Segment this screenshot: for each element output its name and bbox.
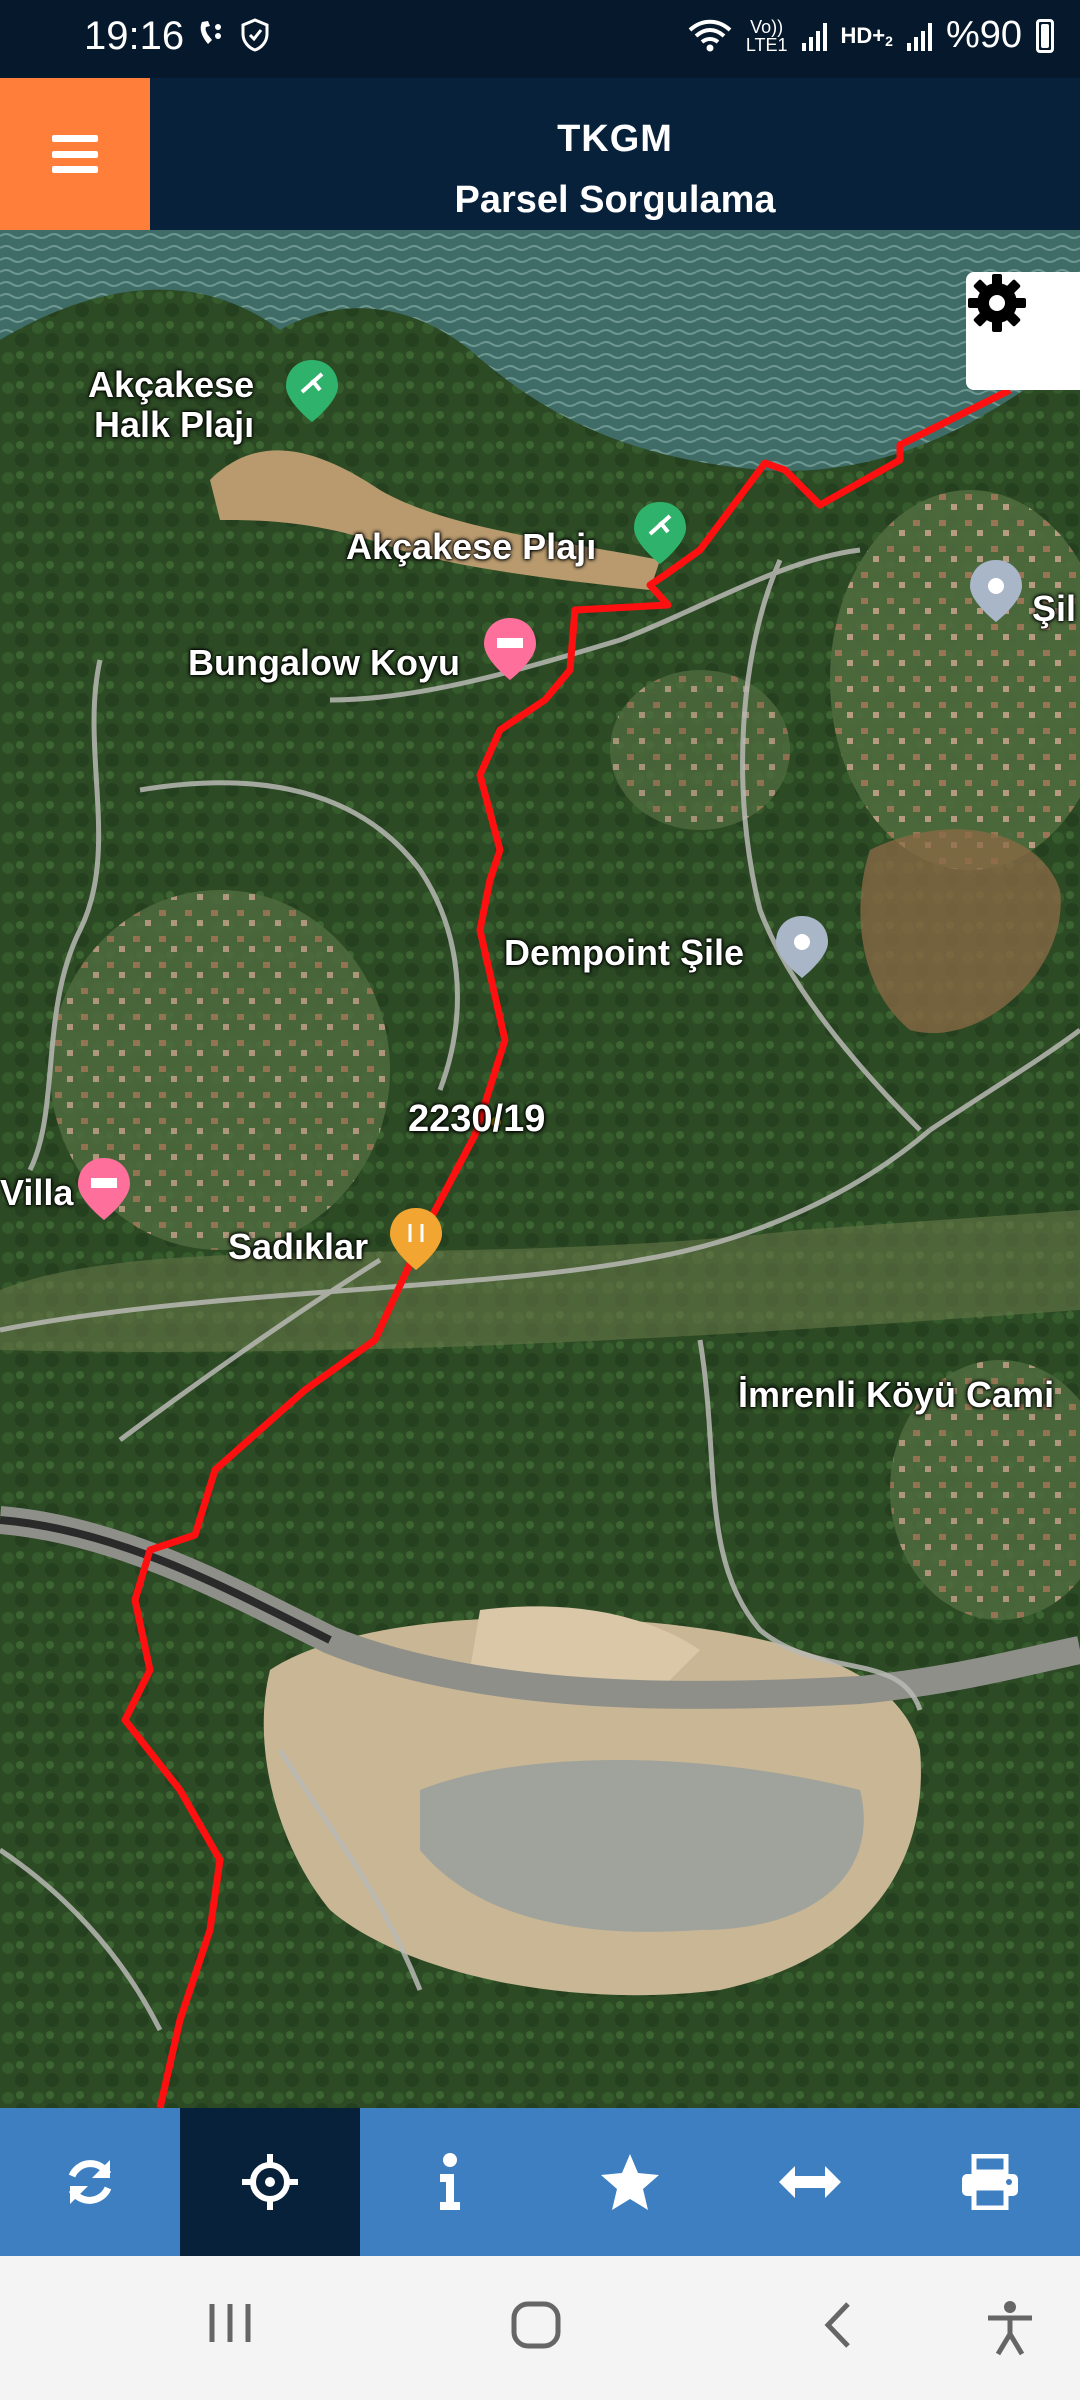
settings-button[interactable]	[966, 272, 1080, 390]
app-title: TKGM	[557, 118, 673, 160]
print-button[interactable]	[900, 2108, 1080, 2256]
recents-icon[interactable]	[206, 2300, 254, 2346]
call-forward-icon	[200, 21, 221, 44]
hd-indicator: HD+ 2	[840, 22, 893, 49]
map-label-sile: Şil	[1032, 588, 1077, 629]
status-time: 19:16	[84, 14, 185, 58]
battery-percent: %90	[945, 14, 1022, 56]
locate-button[interactable]	[180, 2108, 360, 2256]
map-label-akcakese-halk-1: Akçakese	[88, 364, 255, 405]
status-bar: 19:16 Vo)) LTE1 HD+ 2 %90	[0, 0, 1080, 78]
battery-icon	[1036, 18, 1054, 53]
map-label-sadiklar: Sadıklar	[228, 1226, 369, 1267]
wifi-icon	[688, 19, 732, 51]
map-label-bungalow: Bungalow Koyu	[188, 642, 460, 683]
map-label-dempoint: Dempoint Şile	[504, 932, 745, 973]
print-icon	[962, 2154, 1018, 2210]
locate-icon	[242, 2154, 298, 2210]
home-icon[interactable]	[510, 2300, 562, 2350]
gear-icon	[968, 274, 1026, 332]
info-icon	[440, 2153, 460, 2210]
signal-icon	[801, 21, 827, 51]
info-button[interactable]	[360, 2108, 540, 2256]
map-label-imrenli: İmrenli Köyü Cami	[738, 1374, 1055, 1415]
measure-button[interactable]	[720, 2108, 900, 2256]
volte-indicator: Vo)) LTE1	[745, 16, 788, 55]
hamburger-icon	[52, 135, 98, 173]
shield-icon	[241, 18, 269, 52]
parcel-number-label: 2230/19	[408, 1098, 546, 1140]
back-icon[interactable]	[820, 2300, 854, 2350]
map-label-villa: Villa	[0, 1172, 74, 1213]
favorite-button[interactable]	[540, 2108, 720, 2256]
map-imagery	[0, 230, 1080, 2108]
refresh-icon	[68, 2160, 112, 2204]
app-subtitle: Parsel Sorgulama	[454, 179, 776, 221]
map-label-akcakese-plaji: Akçakese Plajı	[346, 526, 597, 567]
measure-icon	[779, 2166, 841, 2198]
satellite-map[interactable]: Akçakese Halk Plajı Akçakese Plajı Bunga…	[0, 230, 1080, 2108]
star-icon	[601, 2154, 659, 2210]
map-label-akcakese-halk-2: Halk Plajı	[94, 404, 255, 445]
refresh-button[interactable]	[0, 2108, 180, 2256]
map-toolbar	[0, 2108, 1080, 2256]
accessibility-icon[interactable]	[984, 2300, 1036, 2356]
signal-icon-2	[906, 21, 932, 51]
menu-button[interactable]	[0, 78, 150, 230]
app-header: TKGM Parsel Sorgulama	[0, 78, 1080, 230]
system-nav-bar	[0, 2256, 1080, 2400]
